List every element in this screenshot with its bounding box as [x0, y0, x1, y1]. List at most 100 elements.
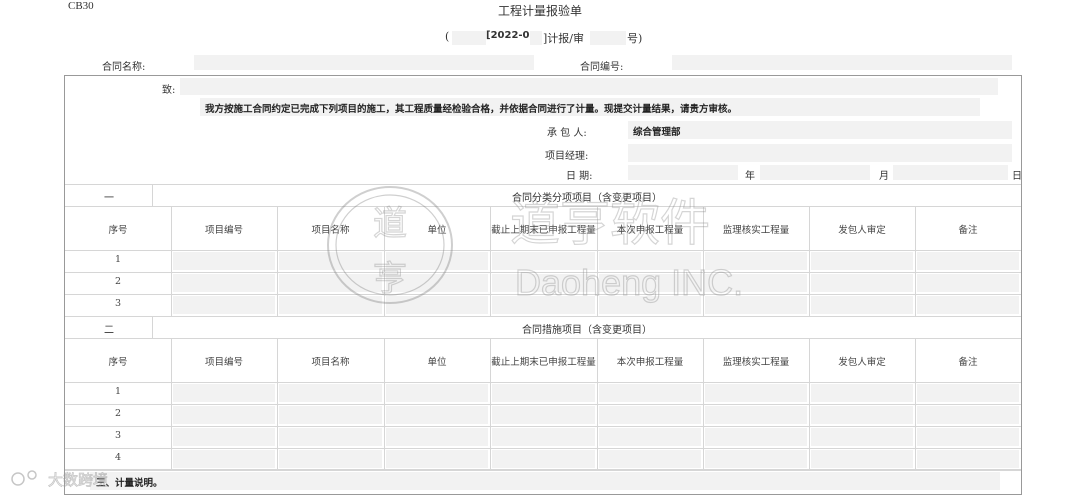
bottom-logo: 大数跨境: [8, 465, 118, 495]
table-cell-input[interactable]: [705, 428, 807, 446]
table-cell-input[interactable]: [917, 428, 1019, 446]
table-cell-input[interactable]: [599, 450, 701, 468]
row-divider: [65, 404, 1021, 405]
column-header: 序号: [108, 224, 128, 236]
contractor-label: 承 包 人:: [547, 128, 587, 139]
period-blank-2: [530, 31, 542, 45]
table-cell-input[interactable]: [917, 274, 1019, 292]
date-day-field[interactable]: [893, 165, 1008, 180]
column-divider: [490, 339, 491, 470]
column-header: 发包人审定: [838, 224, 886, 236]
column-divider: [597, 339, 598, 470]
column-divider: [384, 339, 385, 470]
contract-number-label: 合同编号:: [580, 62, 624, 73]
table-cell-input[interactable]: [386, 406, 488, 424]
table-cell-input[interactable]: [173, 296, 275, 314]
date-day-label: 日: [1012, 171, 1022, 182]
row-divider: [65, 470, 1021, 471]
table-cell-input[interactable]: [599, 406, 701, 424]
table-cell-input[interactable]: [492, 450, 595, 468]
contract-number-field[interactable]: [672, 55, 1012, 70]
watermark-en: Daoheng INC.: [515, 262, 743, 303]
manager-field[interactable]: [628, 144, 1012, 162]
seal-char-top: 道: [373, 204, 407, 244]
watermark-cn: 道亨软件: [510, 194, 710, 252]
divider: [65, 316, 1021, 317]
date-month-field[interactable]: [760, 165, 870, 180]
logo-mark-icon: [11, 472, 25, 486]
table-cell-input[interactable]: [811, 450, 913, 468]
row-divider: [65, 448, 1021, 449]
contract-name-label: 合同名称:: [102, 62, 146, 73]
table-cell-input[interactable]: [279, 428, 382, 446]
table-cell-input[interactable]: [705, 406, 807, 424]
table-cell-input[interactable]: [173, 450, 275, 468]
table-cell-input[interactable]: [279, 406, 382, 424]
period-no-label: 号): [627, 32, 643, 45]
table-cell-input[interactable]: [386, 450, 488, 468]
table-cell-input[interactable]: [173, 384, 275, 402]
section1-index: 一: [104, 193, 114, 204]
table-cell-input[interactable]: [811, 296, 913, 314]
column-header: 截止上期末已申报工程量: [491, 356, 596, 368]
table-cell-input[interactable]: [279, 450, 382, 468]
table-cell-input[interactable]: [173, 252, 275, 270]
column-header: 本次申报工程量: [616, 356, 684, 368]
period-value[interactable]: [2022-07: [486, 30, 536, 41]
contractor-field[interactable]: [628, 121, 1012, 139]
table-cell-input[interactable]: [811, 252, 913, 270]
row-index: 2: [114, 408, 122, 419]
table-cell-input[interactable]: [917, 252, 1019, 270]
divider: [65, 469, 1021, 470]
table-cell-input[interactable]: [705, 450, 807, 468]
row-divider: [65, 426, 1021, 427]
period-open-paren: (: [445, 30, 450, 43]
column-divider: [915, 207, 916, 316]
table-cell-input[interactable]: [492, 406, 595, 424]
table-cell-input[interactable]: [492, 384, 595, 402]
table-cell-input[interactable]: [811, 384, 913, 402]
row-index: 2: [114, 276, 122, 287]
column-header: 监理核实工程量: [722, 356, 790, 368]
table-cell-input[interactable]: [599, 428, 701, 446]
table-cell-input[interactable]: [917, 384, 1019, 402]
table-cell-input[interactable]: [811, 406, 913, 424]
table-cell-input[interactable]: [173, 406, 275, 424]
table-cell-input[interactable]: [279, 384, 382, 402]
document-title: 工程计量报验单: [497, 4, 582, 18]
table-cell-input[interactable]: [173, 274, 275, 292]
to-field[interactable]: [180, 78, 998, 95]
column-divider: [703, 339, 704, 470]
manager-label: 项目经理:: [545, 151, 589, 162]
table-cell-input[interactable]: [599, 384, 701, 402]
table-cell-input[interactable]: [917, 450, 1019, 468]
row-index: 1: [114, 386, 122, 397]
column-header: 单位: [427, 356, 447, 368]
period-suffix: ]计报/审: [543, 32, 584, 45]
date-year-field[interactable]: [628, 165, 738, 180]
seal-char-bottom: 亨: [373, 259, 407, 299]
logo-mark-dot-icon: [27, 470, 37, 480]
footer-note-box: [90, 472, 1000, 490]
table-cell-input[interactable]: [173, 428, 275, 446]
table-cell-input[interactable]: [386, 384, 488, 402]
table-cell-input[interactable]: [917, 296, 1019, 314]
row-index: 1: [114, 254, 122, 265]
row-index: 4: [114, 452, 122, 463]
logo-text: 大数跨境: [48, 471, 108, 489]
table-cell-input[interactable]: [811, 428, 913, 446]
table-cell-input[interactable]: [492, 428, 595, 446]
section2-title: 合同措施项目（含变更项目）: [522, 325, 652, 336]
table-cell-input[interactable]: [811, 274, 913, 292]
contract-name-field[interactable]: [194, 55, 534, 70]
date-month-label: 月: [879, 171, 889, 182]
period-blank: [452, 31, 486, 45]
table-cell-input[interactable]: [705, 384, 807, 402]
period-number-field[interactable]: [590, 31, 626, 45]
table-cell-input[interactable]: [917, 406, 1019, 424]
row-index: 3: [114, 430, 122, 441]
table-cell-input[interactable]: [386, 428, 488, 446]
divider: [65, 338, 1021, 339]
column-divider: [171, 207, 172, 316]
section2-index: 二: [104, 325, 114, 336]
